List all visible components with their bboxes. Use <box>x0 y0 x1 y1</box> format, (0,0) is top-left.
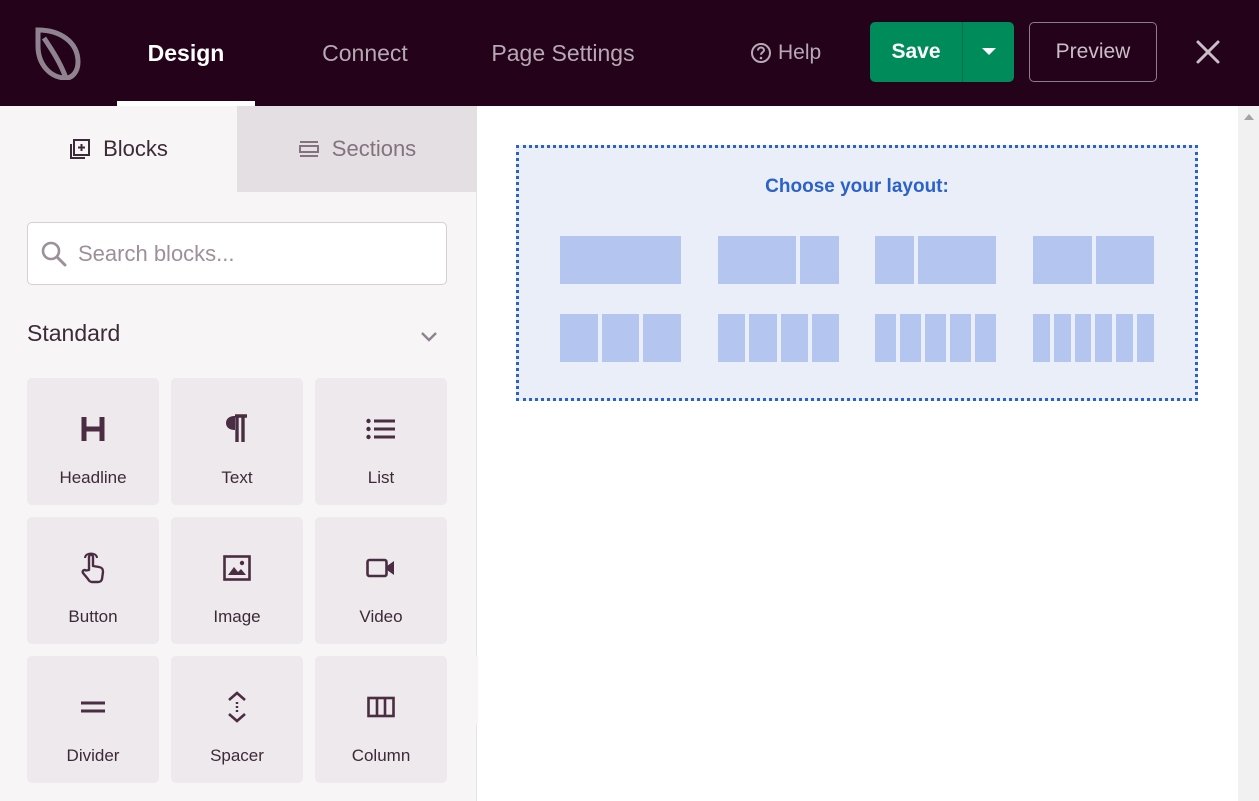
block-label: Text <box>221 468 253 487</box>
add-block-icon <box>70 139 91 159</box>
caret-down-icon <box>981 48 996 55</box>
top-bar: Design Connect Page Settings Help Save P… <box>0 0 1259 106</box>
help-link[interactable]: Help <box>750 38 821 68</box>
layout-column <box>718 314 746 362</box>
block-label: Headline <box>59 468 127 487</box>
layout-option-1-3-2-3[interactable] <box>875 236 996 284</box>
layout-column <box>1074 314 1092 362</box>
block-label: Spacer <box>210 746 264 765</box>
block-label: Button <box>68 607 118 626</box>
spacer-icon <box>228 691 246 723</box>
block-label: List <box>367 468 395 487</box>
section-title-standard: Standard <box>27 320 121 346</box>
search-box <box>27 222 447 285</box>
tab-design[interactable]: Design <box>117 0 255 106</box>
block-text[interactable]: Text <box>171 378 303 505</box>
layout-column <box>811 314 839 362</box>
layout-column <box>925 314 946 362</box>
layout-option-2-columns[interactable] <box>1033 236 1154 284</box>
block-button[interactable]: Button <box>27 517 159 644</box>
block-label: Video <box>359 607 403 626</box>
close-icon[interactable] <box>1192 36 1224 68</box>
layout-column <box>918 236 996 284</box>
layout-column <box>950 314 971 362</box>
leaf-logo-icon[interactable] <box>30 24 84 80</box>
layout-option-5-columns[interactable] <box>875 314 996 362</box>
tab-blocks-label: Blocks <box>103 136 168 161</box>
layout-chooser: Choose your layout: <box>516 145 1198 401</box>
layout-title: Choose your layout: <box>765 176 949 197</box>
block-divider[interactable]: Divider <box>27 656 159 783</box>
sections-icon <box>298 141 319 157</box>
help-label: Help <box>778 41 822 64</box>
save-options-button[interactable] <box>962 22 1014 82</box>
block-spacer[interactable]: Spacer <box>171 656 303 783</box>
save-button[interactable]: Save <box>870 22 962 82</box>
layout-column <box>875 236 914 284</box>
layout-column <box>718 236 796 284</box>
layout-column <box>800 236 839 284</box>
layout-column <box>560 314 598 362</box>
video-camera-icon <box>366 558 394 578</box>
pointer-hand-icon <box>81 552 105 584</box>
tab-sections-label: Sections <box>331 136 417 161</box>
layout-column <box>1095 314 1113 362</box>
layout-column <box>560 236 681 284</box>
search-input[interactable] <box>78 240 418 267</box>
save-button-group: Save <box>870 22 1014 82</box>
tab-page-settings[interactable]: Page Settings <box>470 0 656 106</box>
paragraph-icon <box>226 414 247 442</box>
tab-connect[interactable]: Connect <box>296 0 434 106</box>
scroll-up-arrow-icon[interactable] <box>1244 114 1254 120</box>
layout-option-2-3-1-3[interactable] <box>718 236 839 284</box>
layout-column <box>601 314 640 362</box>
vertical-scrollbar[interactable] <box>1238 106 1259 801</box>
tab-sections[interactable]: Sections <box>237 106 477 192</box>
layout-column <box>780 314 808 362</box>
block-label: Column <box>351 746 411 765</box>
block-grid: Headline Text List Button Image Video Di… <box>27 378 447 783</box>
blocks-sidebar: Blocks Sections Standard Headline Text <box>0 106 477 801</box>
block-video[interactable]: Video <box>315 517 447 644</box>
chevron-down-icon[interactable] <box>418 326 440 348</box>
layout-column <box>1053 314 1071 362</box>
layout-option-3-columns[interactable] <box>560 314 681 362</box>
columns-icon <box>367 696 395 718</box>
block-list[interactable]: List <box>315 378 447 505</box>
block-image[interactable]: Image <box>171 517 303 644</box>
headline-icon <box>81 417 105 441</box>
layout-column <box>1033 314 1050 362</box>
layout-column <box>1137 314 1154 362</box>
layout-column <box>975 314 996 362</box>
layout-option-4-columns[interactable] <box>718 314 839 362</box>
preview-button[interactable]: Preview <box>1029 22 1157 82</box>
layout-option-1-column[interactable] <box>560 236 681 284</box>
block-column[interactable]: Column <box>315 656 447 783</box>
layout-column <box>900 314 921 362</box>
page-canvas: Choose your layout: <box>478 106 1238 801</box>
list-icon <box>366 418 395 440</box>
layout-column <box>1116 314 1134 362</box>
layout-column <box>1033 236 1092 284</box>
layout-column <box>875 314 896 362</box>
layout-option-6-columns[interactable] <box>1033 314 1154 362</box>
question-circle-icon <box>751 43 771 63</box>
tab-blocks[interactable]: Blocks <box>0 106 237 192</box>
divider-icon <box>81 701 105 713</box>
layout-column <box>1095 236 1154 284</box>
image-icon <box>223 555 251 581</box>
layout-column <box>749 314 777 362</box>
layout-column <box>643 314 681 362</box>
block-label: Divider <box>66 746 120 765</box>
block-label: Image <box>213 607 261 626</box>
search-icon <box>41 241 67 266</box>
block-headline[interactable]: Headline <box>27 378 159 505</box>
